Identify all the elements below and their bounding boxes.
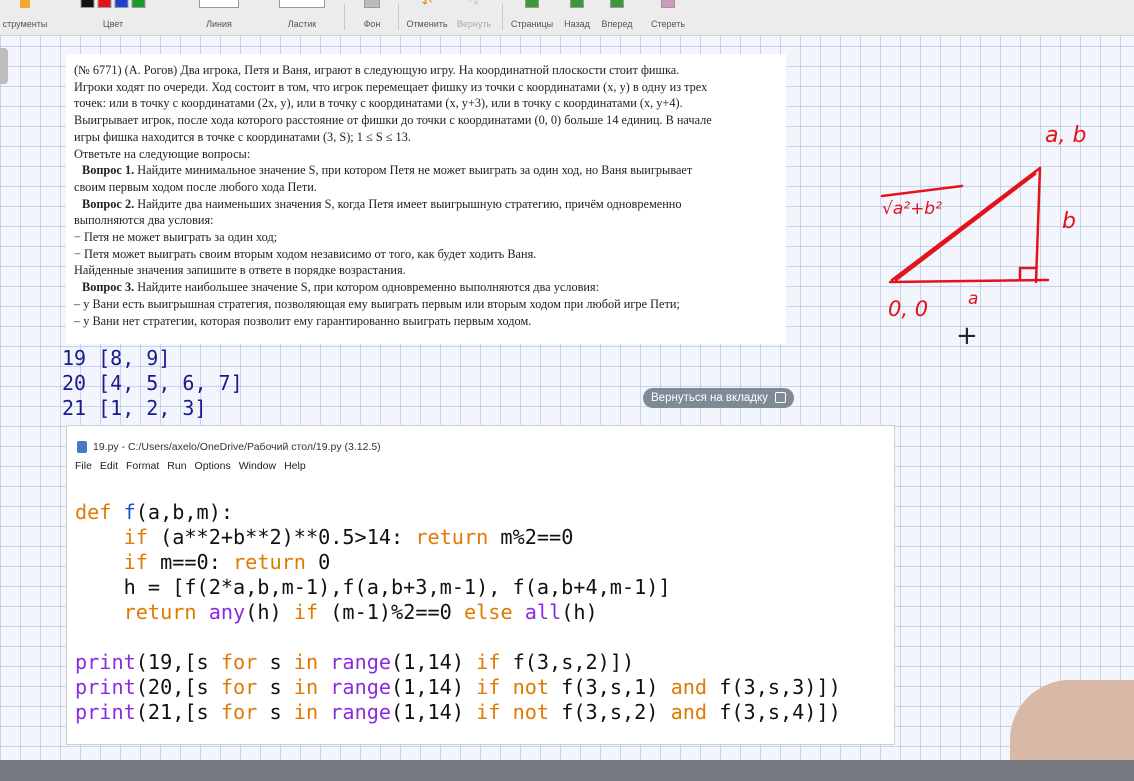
problem-line: своим первым ходом после любого хода Пет… bbox=[74, 179, 317, 194]
idle-editor-window: 19.py - C:/Users/axelo/OneDrive/Рабочий … bbox=[66, 425, 895, 745]
pages-icon bbox=[525, 0, 539, 8]
redo-icon: ↷ bbox=[468, 0, 480, 10]
menu-file[interactable]: File bbox=[75, 460, 92, 472]
question-2: Вопрос 2. Найдите два наименьших значени… bbox=[74, 196, 778, 213]
output-line: 19 [8, 9] bbox=[62, 346, 171, 370]
problem-line: – у Вани есть выигрышная стратегия, позв… bbox=[74, 296, 680, 311]
background-icon bbox=[364, 0, 380, 8]
question-1-text: Найдите минимальное значение S, при кото… bbox=[134, 163, 693, 178]
color-swatch-black[interactable] bbox=[80, 0, 95, 8]
program-output: 19 [8, 9] 20 [4, 5, 6, 7] 21 [1, 2, 3] bbox=[62, 346, 243, 421]
label-origin: 0, 0 bbox=[888, 297, 928, 321]
problem-line: − Петя может выиграть своим вторым ходом… bbox=[74, 246, 537, 261]
problem-statement: (№ 6771) (А. Рогов) Два игрока, Петя и В… bbox=[66, 54, 786, 344]
pencil-icon bbox=[20, 0, 30, 8]
undo-label: Отменить bbox=[406, 19, 448, 29]
label-b: b bbox=[1062, 209, 1076, 234]
menu-window[interactable]: Window bbox=[239, 460, 276, 472]
code-editor[interactable]: def f(a,b,m): if (a**2+b**2)**0.5>14: re… bbox=[75, 500, 841, 725]
hypotenuse-line bbox=[894, 172, 1037, 282]
menu-options[interactable]: Options bbox=[195, 460, 231, 472]
menu-edit[interactable]: Edit bbox=[100, 460, 118, 472]
menu-run[interactable]: Run bbox=[167, 460, 186, 472]
eraser-button[interactable]: Ластик bbox=[268, 0, 336, 36]
question-3-label: Вопрос 3. bbox=[82, 280, 135, 295]
background-button[interactable]: Фон bbox=[352, 0, 392, 36]
problem-line: Игроки ходят по очереди. Ход состоит в т… bbox=[74, 79, 708, 94]
label-ab: a, b bbox=[1045, 123, 1086, 148]
line-label: Линия bbox=[206, 19, 232, 29]
problem-line: Найденные значения запишите в ответе в п… bbox=[74, 263, 406, 278]
line-width-icon bbox=[199, 0, 239, 8]
leg-b-line bbox=[1034, 166, 1042, 284]
forward-icon bbox=[610, 0, 624, 8]
eraser-icon bbox=[279, 0, 325, 8]
question-1: Вопрос 1. Найдите минимальное значение S… bbox=[74, 162, 778, 179]
background-label: Фон bbox=[363, 19, 381, 29]
hypotenuse-line bbox=[890, 166, 1042, 282]
color-swatch-blue[interactable] bbox=[114, 0, 129, 8]
color-label: Цвет bbox=[102, 19, 124, 29]
label-a: a bbox=[968, 289, 978, 309]
clear-button[interactable]: Стереть bbox=[644, 0, 692, 36]
clear-label: Стереть bbox=[650, 19, 686, 29]
label-hypotenuse: √a²+b² bbox=[882, 199, 942, 219]
undo-icon: ↶ bbox=[421, 0, 433, 10]
forward-label: Вперед bbox=[601, 19, 633, 29]
problem-line: Ответьте на следующие вопросы: bbox=[74, 146, 251, 161]
bottom-taskbar bbox=[0, 760, 1134, 781]
leg-a-line bbox=[888, 278, 1050, 284]
pages-button[interactable]: Страницы bbox=[506, 0, 558, 36]
triangle-sketch: a, b √a²+b² b a 0, 0 + bbox=[880, 123, 1086, 350]
forward-button[interactable]: Вперед bbox=[596, 0, 638, 36]
question-1-label: Вопрос 1. bbox=[82, 163, 135, 178]
color-swatch-red[interactable] bbox=[97, 0, 112, 8]
tools-button[interactable]: струменты bbox=[0, 0, 50, 36]
undo-button[interactable]: ↶ Отменить bbox=[402, 0, 452, 36]
problem-line: – у Вани нет стратегии, которая позволит… bbox=[74, 313, 532, 328]
back-label: Назад bbox=[564, 19, 590, 29]
whiteboard-toolbar: струменты Цвет Линия Ластик Фон ↶ Отмени… bbox=[0, 0, 1134, 36]
output-line: 21 [1, 2, 3] bbox=[62, 396, 207, 420]
problem-line: выполняются два условия: bbox=[74, 213, 214, 228]
problem-line: − Петя не может выиграть за один ход; bbox=[74, 230, 278, 245]
question-2-text: Найдите два наименьших значения S, когда… bbox=[134, 196, 682, 211]
sqrt-bar bbox=[880, 184, 964, 198]
color-swatch-green[interactable] bbox=[131, 0, 146, 8]
idle-title-bar: 19.py - C:/Users/axelo/OneDrive/Рабочий … bbox=[67, 426, 894, 456]
eraser-label: Ластик bbox=[287, 19, 317, 29]
menu-format[interactable]: Format bbox=[126, 460, 159, 472]
python-file-icon bbox=[77, 440, 87, 453]
question-3: Вопрос 3. Найдите наибольшее значение S,… bbox=[74, 279, 778, 296]
pages-label: Страницы bbox=[510, 19, 554, 29]
redo-label: Вернуть bbox=[456, 19, 492, 29]
back-icon bbox=[570, 0, 584, 8]
return-to-tab-label: Вернуться на вкладку bbox=[651, 392, 768, 404]
color-picker[interactable]: Цвет bbox=[58, 0, 168, 36]
line-width-button[interactable]: Линия bbox=[190, 0, 248, 36]
output-line: 20 [4, 5, 6, 7] bbox=[62, 371, 243, 395]
back-button[interactable]: Назад bbox=[560, 0, 594, 36]
problem-line: игры фишка находится в точке с координат… bbox=[74, 129, 411, 144]
side-scroll-handle[interactable] bbox=[0, 48, 8, 84]
idle-menu-bar: File Edit Format Run Options Window Help bbox=[67, 456, 894, 476]
problem-line: Выигрывает игрок, после хода которого ра… bbox=[74, 113, 712, 128]
menu-help[interactable]: Help bbox=[284, 460, 306, 472]
problem-line: (№ 6771) (А. Рогов) Два игрока, Петя и В… bbox=[74, 63, 680, 77]
return-to-tab-button[interactable]: Вернуться на вкладку bbox=[643, 388, 794, 408]
problem-line: точек: или в точку с координатами (2x, y… bbox=[74, 96, 683, 111]
clear-icon bbox=[661, 0, 675, 8]
crosshair-cursor: + bbox=[956, 321, 978, 350]
right-angle-mark bbox=[1018, 266, 1038, 282]
redo-button[interactable]: ↷ Вернуть bbox=[452, 0, 496, 36]
color-swatches bbox=[80, 0, 146, 8]
external-link-icon bbox=[774, 392, 786, 403]
idle-title: 19.py - C:/Users/axelo/OneDrive/Рабочий … bbox=[93, 440, 381, 453]
tools-label: струменты bbox=[2, 19, 48, 29]
question-3-text: Найдите наибольшее значение S, при котор… bbox=[134, 280, 600, 295]
question-2-label: Вопрос 2. bbox=[82, 196, 135, 211]
